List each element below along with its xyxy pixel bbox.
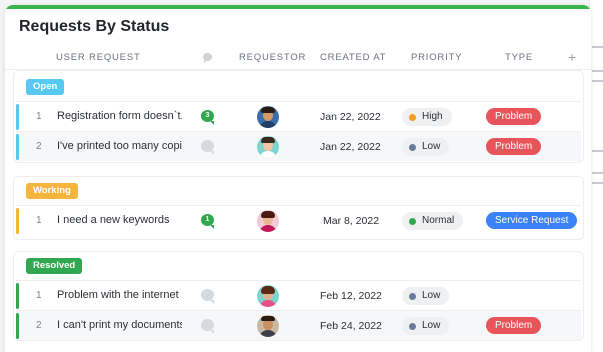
group-resolved: Resolved 1 Problem with the internet Feb… (13, 251, 584, 341)
row-status-accent (16, 208, 19, 234)
priority-dot-icon (409, 322, 416, 330)
priority-label: Low (422, 290, 441, 301)
table-row[interactable]: 1 I need a new keywords 1 Mar 8, 2022 No… (16, 205, 581, 235)
created-date: Mar 8, 2022 (323, 215, 380, 227)
comment-icon[interactable] (201, 140, 214, 155)
background-text-fragment (592, 46, 603, 48)
priority-pill[interactable]: Low (402, 317, 450, 335)
request-title[interactable]: I've printed too many copi... (57, 140, 182, 152)
background-text-fragment (592, 172, 603, 174)
request-title[interactable]: I need a new keywords (57, 214, 182, 226)
priority-dot-icon (409, 292, 416, 300)
table-row[interactable]: 2 I've printed too many copi... Jan 22, … (16, 131, 581, 161)
requestor-avatar[interactable] (257, 285, 279, 307)
column-header-type[interactable]: TYPE (505, 52, 533, 63)
priority-dot-icon (409, 217, 416, 225)
priority-dot-icon (409, 143, 416, 151)
table-row[interactable]: 2 I can't print my documents Feb 24, 202… (16, 310, 581, 340)
created-date: Feb 24, 2022 (320, 320, 382, 332)
group-open: Open 1 Registration form doesn`t... 3 Ja… (13, 70, 584, 163)
row-status-accent (16, 283, 19, 309)
background-text-fragment (592, 182, 603, 184)
row-number: 1 (36, 111, 42, 122)
comment-count-icon[interactable]: 1 (201, 214, 214, 229)
request-title[interactable]: Problem with the internet (57, 289, 182, 301)
background-text-fragment (592, 150, 603, 152)
table-row[interactable]: 1 Registration form doesn`t... 3 Jan 22,… (16, 101, 581, 131)
request-title[interactable]: Registration form doesn`t... (57, 110, 182, 122)
column-header-user-request[interactable]: USER REQUEST (56, 52, 141, 63)
requestor-avatar[interactable] (257, 315, 279, 337)
created-date: Feb 12, 2022 (320, 290, 382, 302)
requestor-avatar[interactable] (257, 106, 279, 128)
group-working: Working 1 I need a new keywords 1 Mar 8,… (13, 176, 584, 240)
add-column-icon[interactable]: + (568, 49, 576, 65)
type-badge[interactable]: Problem (486, 138, 542, 155)
background-text-fragment (592, 80, 603, 82)
column-header-created-at[interactable]: CREATED AT (320, 52, 386, 63)
requests-by-status-widget: Requests By Status USER REQUEST REQUESTO… (5, 5, 591, 352)
row-number: 2 (36, 141, 42, 152)
background-text-fragment (592, 70, 603, 72)
row-status-accent (16, 134, 19, 160)
priority-label: Low (422, 141, 441, 152)
comment-count-icon[interactable]: 3 (201, 110, 214, 125)
background-panel (589, 0, 603, 352)
row-number: 1 (36, 215, 42, 226)
priority-pill[interactable]: High (402, 108, 452, 126)
status-badge-resolved[interactable]: Resolved (26, 258, 83, 274)
priority-dot-icon (409, 113, 416, 121)
row-number: 2 (36, 320, 42, 331)
row-status-accent (16, 104, 19, 130)
priority-label: Normal (422, 215, 455, 226)
column-header-requestor[interactable]: REQUESTOR (239, 52, 306, 63)
status-badge-open[interactable]: Open (26, 79, 65, 95)
widget-title: Requests By Status (19, 18, 170, 35)
created-date: Jan 22, 2022 (320, 111, 381, 123)
comments-column-icon[interactable] (203, 53, 212, 63)
comment-icon[interactable] (201, 289, 214, 304)
comment-icon[interactable] (201, 319, 214, 334)
type-badge[interactable]: Service Request (486, 212, 578, 229)
row-status-accent (16, 313, 19, 339)
priority-pill[interactable]: Normal (402, 212, 464, 230)
created-date: Jan 22, 2022 (320, 141, 381, 153)
row-number: 1 (36, 290, 42, 301)
priority-pill[interactable]: Low (402, 287, 450, 305)
widget-accent-bar (5, 5, 591, 9)
priority-label: Low (422, 320, 441, 331)
column-header-priority[interactable]: PRIORITY (411, 52, 462, 63)
priority-pill[interactable]: Low (402, 138, 450, 156)
priority-label: High (422, 111, 443, 122)
type-badge[interactable]: Problem (486, 108, 542, 125)
table-row[interactable]: 1 Problem with the internet Feb 12, 2022… (16, 280, 581, 310)
type-badge[interactable]: Problem (486, 317, 542, 334)
requestor-avatar[interactable] (257, 210, 279, 232)
requestor-avatar[interactable] (257, 136, 279, 158)
status-badge-working[interactable]: Working (26, 183, 78, 199)
request-title[interactable]: I can't print my documents (57, 319, 182, 331)
